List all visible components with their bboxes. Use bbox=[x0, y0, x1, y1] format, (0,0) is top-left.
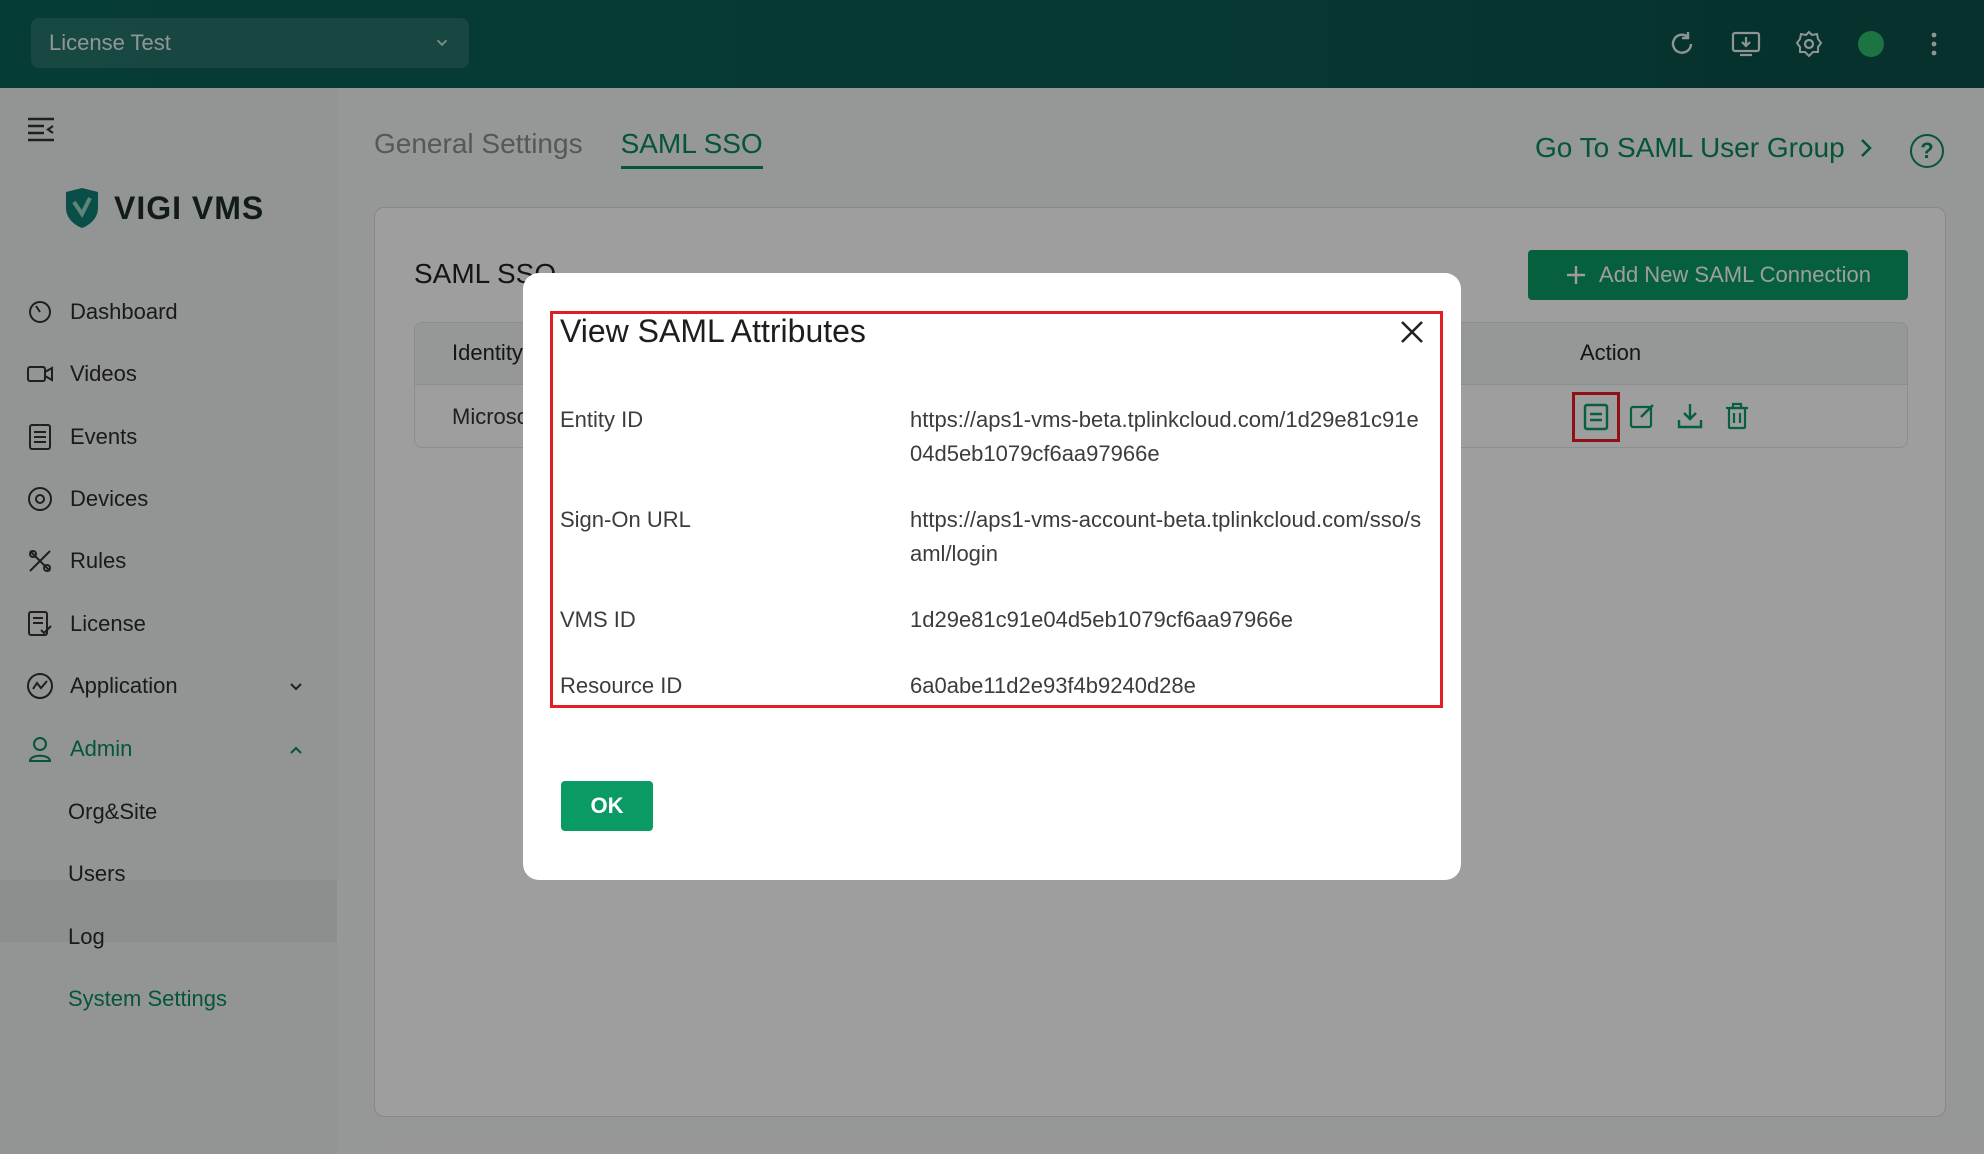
ok-button[interactable]: OK bbox=[561, 781, 653, 831]
attr-label-sign-on-url: Sign-On URL bbox=[560, 507, 691, 532]
attr-value-vms-id: 1d29e81c91e04d5eb1079cf6aa97966e bbox=[910, 607, 1293, 632]
attr-label-entity-id: Entity ID bbox=[560, 407, 644, 432]
attr-label-vms-id: VMS ID bbox=[560, 607, 636, 632]
dialog-title: View SAML Attributes bbox=[560, 313, 866, 349]
attr-value-resource-id: 6a0abe11d2e93f4b9240d28e bbox=[910, 673, 1196, 698]
attr-value-entity-id: https://aps1-vms-beta.tplinkcloud.com/1d… bbox=[910, 407, 1419, 466]
attr-label-resource-id: Resource ID bbox=[560, 673, 683, 698]
close-icon[interactable] bbox=[1398, 318, 1426, 346]
attr-value-sign-on-url: https://aps1-vms-account-beta.tplinkclou… bbox=[910, 507, 1422, 566]
